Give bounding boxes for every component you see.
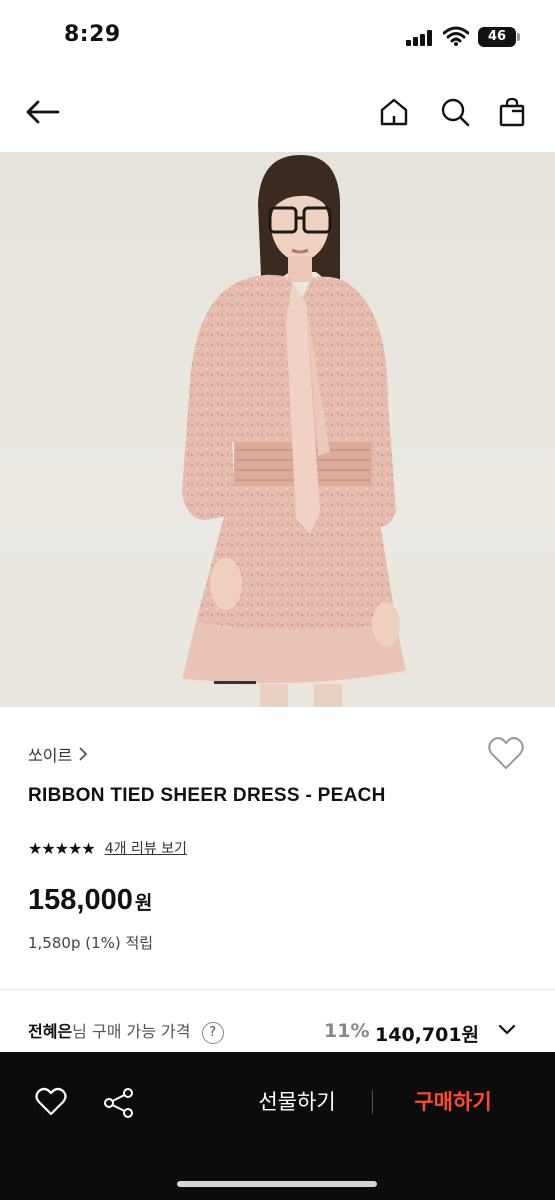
cart-icon[interactable] [492,92,532,132]
home-indicator [177,1181,377,1187]
chevron-down-icon[interactable] [498,1024,516,1036]
bottom-action-bar: 선물하기 구매하기 [0,1052,555,1200]
rating-row: ★★★★★ 4개 리뷰 보기 [28,838,187,858]
divider [0,989,555,990]
share-icon[interactable] [102,1086,136,1120]
carousel-indicator [214,681,256,684]
price-row: 158,000 원 [28,884,152,917]
wishlist-heart-icon[interactable] [486,734,526,774]
brand-name: 쏘이르 [28,746,73,765]
product-name: RIBBON TIED SHEER DRESS - PEACH [28,785,386,806]
product-image[interactable] [0,152,555,707]
product-price: 158,000 [28,884,133,916]
button-divider [372,1090,373,1114]
gift-button[interactable]: 선물하기 [230,1084,364,1120]
brand-link[interactable]: 쏘이르 [28,742,88,766]
battery-icon: 46 [478,27,516,47]
price-currency: 원 [134,892,153,914]
review-link[interactable]: 4개 리뷰 보기 [105,838,187,858]
top-nav-bar [0,74,555,152]
buy-button[interactable]: 구매하기 [384,1084,522,1120]
member-price-row[interactable]: 전혜은님 구매 가능 가격 ? 11% 140,701원 [28,1018,528,1048]
member-name: 전혜은 [28,1022,73,1041]
member-discount: 11% [324,1020,370,1042]
status-bar: 8:29 46 [0,0,555,74]
back-arrow-icon[interactable] [22,92,62,132]
battery-tip [517,33,520,41]
heart-icon[interactable] [34,1086,68,1118]
home-icon[interactable] [374,92,414,132]
search-icon[interactable] [435,92,475,132]
member-price: 140,701원 [375,1024,480,1046]
signal-icon [406,30,434,46]
status-time: 8:29 [64,22,121,47]
model-illustration [181,154,407,707]
points-info: 1,580p (1%) 적립 [28,934,154,952]
help-icon[interactable]: ? [201,1022,224,1044]
chevron-right-icon [79,747,88,761]
wifi-icon [443,26,469,46]
rating-stars: ★★★★★ [28,838,96,858]
member-price-label: 님 구매 가능 가격 [72,1022,191,1041]
